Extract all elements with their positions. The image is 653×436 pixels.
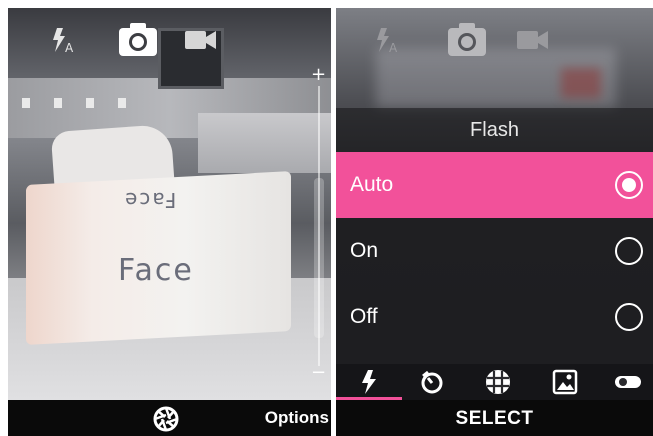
flash-auto-icon[interactable]: A (366, 22, 408, 58)
bottom-bar: SELECT (336, 400, 653, 436)
video-camera-icon[interactable] (512, 22, 554, 58)
option-label: Auto (350, 173, 394, 196)
grid-icon[interactable] (478, 364, 518, 400)
camera-icon[interactable] (117, 22, 159, 58)
radio-selected-icon[interactable] (615, 171, 643, 199)
flash-auto-icon[interactable]: A (42, 22, 84, 58)
flash-option-auto[interactable]: Auto (336, 152, 653, 218)
option-label: On (350, 239, 379, 262)
box-brand-main: Face (118, 253, 194, 288)
camera-icon[interactable] (446, 22, 488, 58)
zoom-out-label[interactable]: − (311, 364, 326, 382)
toggle-icon[interactable] (608, 364, 648, 400)
radio-empty-icon[interactable] (615, 237, 643, 265)
select-button[interactable]: SELECT (336, 408, 653, 430)
svg-text:A: A (65, 41, 74, 55)
option-label: Off (350, 305, 378, 328)
flash-option-off[interactable]: Off (336, 284, 653, 350)
svg-text:A: A (389, 41, 398, 55)
bottom-bar: Options (8, 400, 331, 436)
camera-viewfinder-screen: Face Face A + − Options (8, 8, 331, 436)
options-button[interactable]: Options (265, 408, 329, 428)
aperture-icon[interactable] (153, 406, 179, 432)
zoom-thumb[interactable] (314, 178, 324, 338)
flash-settings-screen: A Flash Auto On Off SELECT (336, 8, 653, 436)
settings-tab-bar (336, 364, 653, 400)
video-camera-icon[interactable] (180, 22, 222, 58)
image-icon[interactable] (545, 364, 585, 400)
zoom-in-label[interactable]: + (311, 66, 326, 84)
box-brand-top: Face (123, 188, 177, 212)
timer-icon[interactable] (412, 364, 452, 400)
flash-option-on[interactable]: On (336, 218, 653, 284)
camera-mode-bar: A (8, 8, 331, 72)
camera-mode-bar: A (336, 8, 653, 72)
radio-empty-icon[interactable] (615, 303, 643, 331)
menu-title: Flash (470, 119, 519, 141)
flash-icon[interactable] (349, 364, 389, 400)
